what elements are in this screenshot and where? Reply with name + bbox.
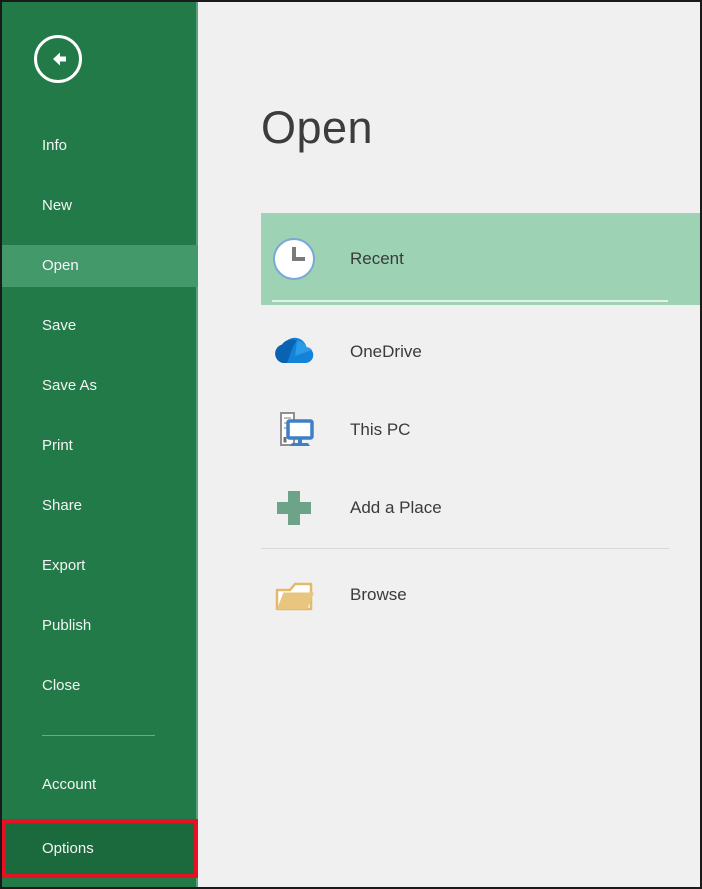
place-label: This PC xyxy=(350,420,410,440)
place-label: OneDrive xyxy=(350,342,422,362)
sidebar-item-account[interactable]: Account xyxy=(2,764,198,806)
place-item-add-a-place[interactable]: Add a Place xyxy=(261,469,669,547)
sidebar-item-export[interactable]: Export xyxy=(2,545,198,587)
sidebar-item-print[interactable]: Print xyxy=(2,425,198,467)
place-label: Recent xyxy=(350,249,404,269)
clock-icon xyxy=(272,237,316,281)
sidebar-item-save[interactable]: Save xyxy=(2,305,198,347)
onedrive-icon xyxy=(272,330,316,374)
sidebar-item-publish[interactable]: Publish xyxy=(2,605,198,647)
place-item-recent[interactable]: Recent xyxy=(261,213,700,305)
recent-tile-underline xyxy=(272,300,668,302)
sidebar-item-new[interactable]: New xyxy=(2,185,198,227)
place-item-browse[interactable]: Browse xyxy=(261,556,669,634)
back-arrow-icon xyxy=(46,47,70,71)
open-panel: Open Recent OneDrive xyxy=(198,2,700,887)
place-label: Browse xyxy=(350,585,407,605)
back-button[interactable] xyxy=(34,35,82,83)
sidebar-item-info[interactable]: Info xyxy=(2,125,198,167)
sidebar-divider xyxy=(42,735,155,736)
page-title: Open xyxy=(261,102,373,154)
sidebar-item-save-as[interactable]: Save As xyxy=(2,365,198,407)
places-divider xyxy=(261,548,669,549)
this-pc-icon xyxy=(272,408,316,452)
backstage-sidebar: Info New Open Save Save As Print Share E… xyxy=(2,2,198,887)
browse-folder-icon xyxy=(272,573,316,617)
sidebar-item-share[interactable]: Share xyxy=(2,485,198,527)
sidebar-item-close[interactable]: Close xyxy=(2,665,198,707)
place-item-this-pc[interactable]: This PC xyxy=(261,391,669,469)
place-item-onedrive[interactable]: OneDrive xyxy=(261,313,669,391)
sidebar-menu: Info New Open Save Save As Print Share E… xyxy=(2,125,198,725)
sidebar-item-open[interactable]: Open xyxy=(2,245,198,287)
place-label: Add a Place xyxy=(350,498,442,518)
add-place-icon xyxy=(272,486,316,530)
sidebar-item-options[interactable]: Options xyxy=(2,823,198,874)
backstage-window: Info New Open Save Save As Print Share E… xyxy=(0,0,702,889)
